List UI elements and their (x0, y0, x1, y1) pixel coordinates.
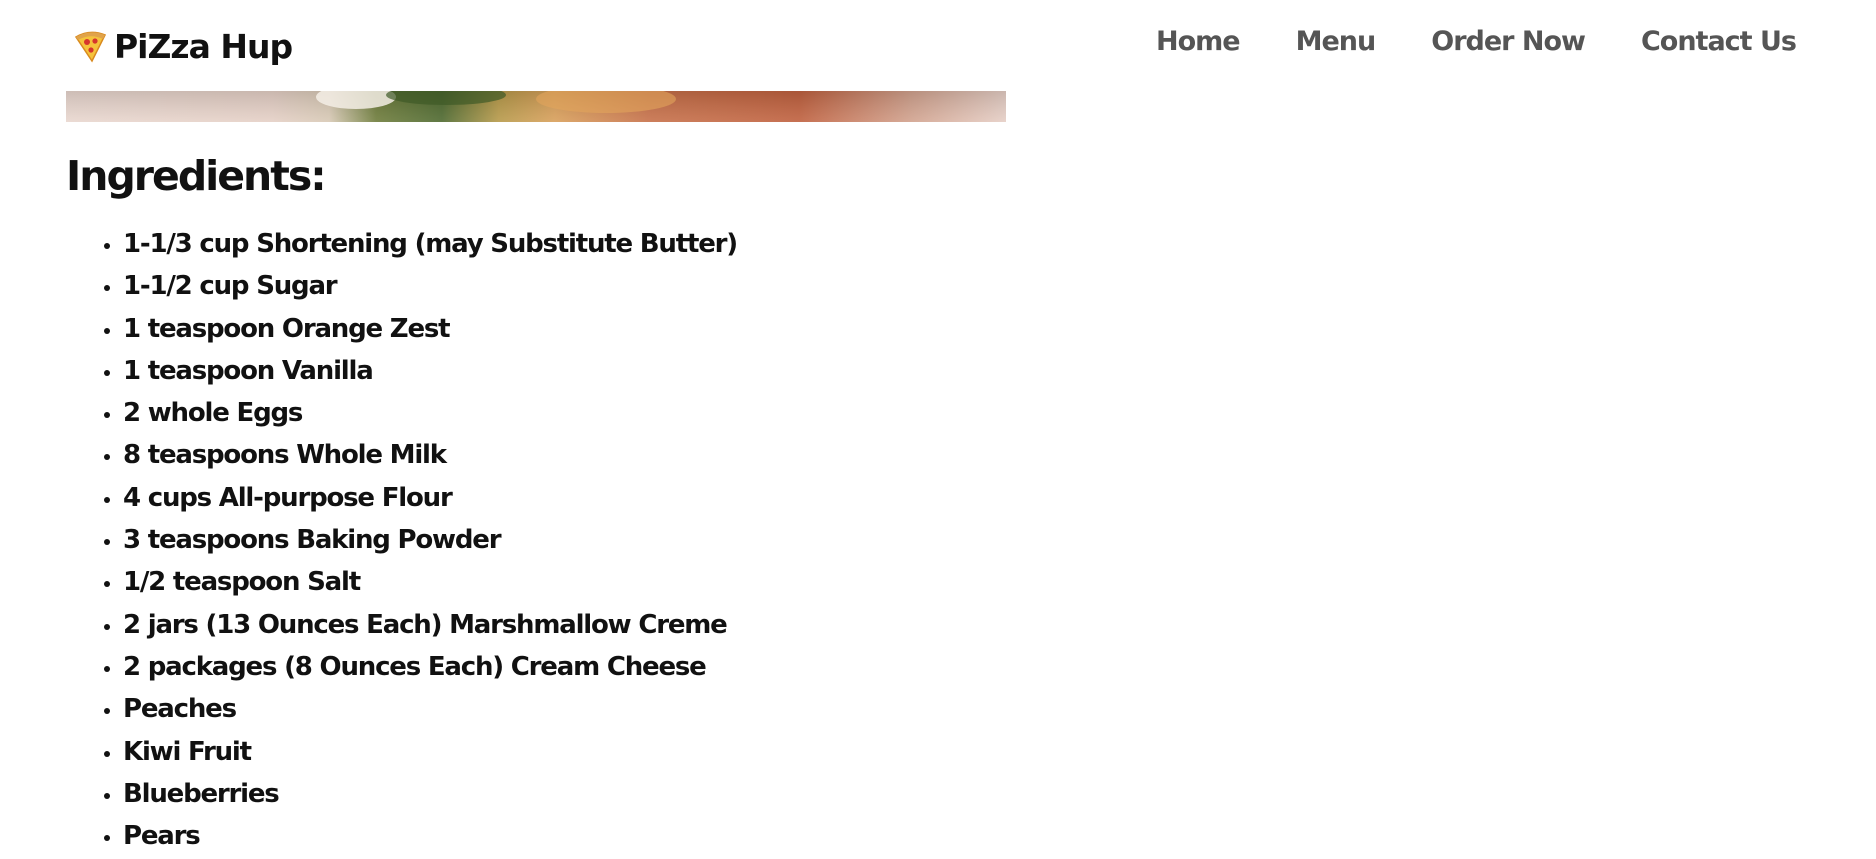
brand-name: PiZza Hup (114, 26, 293, 66)
pizza-slice-icon (72, 28, 108, 64)
list-item: 2 packages (8 Ounces Each) Cream Cheese (123, 646, 1266, 688)
list-item: 4 cups All-purpose Flour (123, 477, 1266, 519)
list-item: 2 whole Eggs (123, 392, 1266, 434)
list-item: Blueberries (123, 773, 1266, 815)
navbar: PiZza Hup Home Menu Order Now Contact Us (0, 0, 1876, 91)
nav-link-menu[interactable]: Menu (1296, 26, 1377, 57)
ingredients-heading: Ingredients: (66, 152, 327, 200)
list-item: Pears (123, 815, 1266, 857)
list-item: Kiwi Fruit (123, 731, 1266, 773)
list-item: Peaches (123, 688, 1266, 730)
recipe-image (66, 91, 1006, 122)
nav-link-home[interactable]: Home (1156, 26, 1241, 57)
recipe-content: Ingredients: 1-1/3 cup Shortening (may S… (66, 148, 1266, 857)
list-item: 1 teaspoon Orange Zest (123, 308, 1266, 350)
nav-menu: Home Menu Order Now Contact Us (1156, 26, 1797, 57)
list-item: 1-1/2 cup Sugar (123, 265, 1266, 307)
brand-logo-link[interactable]: PiZza Hup (72, 22, 293, 70)
list-item: 2 jars (13 Ounces Each) Marshmallow Crem… (123, 604, 1266, 646)
ingredients-list: 1-1/3 cup Shortening (may Substitute But… (66, 223, 1266, 857)
list-item: 8 teaspoons Whole Milk (123, 434, 1266, 476)
nav-link-contact-us[interactable]: Contact Us (1641, 26, 1797, 57)
list-item: 3 teaspoons Baking Powder (123, 519, 1266, 561)
list-item: 1-1/3 cup Shortening (may Substitute But… (123, 223, 1266, 265)
list-item: 1/2 teaspoon Salt (123, 561, 1266, 603)
nav-link-order-now[interactable]: Order Now (1431, 26, 1586, 57)
list-item: 1 teaspoon Vanilla (123, 350, 1266, 392)
